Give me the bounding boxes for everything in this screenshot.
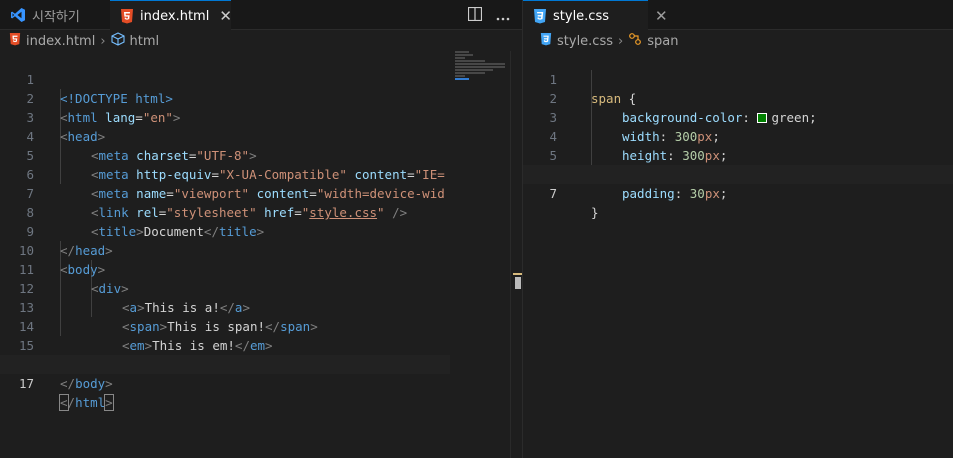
code-line: 9 </head> (0, 203, 522, 258)
code-line: 14 <em>This is em!</em> (0, 298, 522, 353)
line-number: 17 (18, 376, 34, 391)
tab-label: index.html (140, 8, 210, 24)
code-line: 10 <body> (0, 222, 522, 277)
breadcrumb-file-label: index.html (26, 33, 96, 49)
more-actions-icon[interactable] (496, 6, 510, 25)
code-line: 6 <meta name="viewport" content="width=d… (0, 146, 522, 201)
left-editor-group: 시작하기 index.html ✕ index.html › html 1 <!… (0, 0, 523, 458)
right-tab-bar: style.css ✕ (523, 0, 953, 31)
code-line: 16 </body> (0, 336, 522, 391)
line-number: 7 (549, 186, 557, 201)
code-line: 5 <meta http-equiv="X-UA-Compatible" con… (0, 127, 522, 182)
html5-icon (9, 32, 21, 50)
breadcrumb-symbol-label: html (129, 33, 160, 49)
breadcrumb-file[interactable]: style.css (540, 32, 613, 50)
tab-index-html[interactable]: index.html ✕ (110, 0, 232, 31)
html-code-editor[interactable]: 1 <!DOCTYPE html> 2 <html lang="en"> 3 <… (0, 51, 522, 411)
breadcrumb-symbol[interactable]: span (628, 32, 678, 50)
minimap[interactable] (455, 51, 511, 91)
breadcrumb: index.html › html (0, 31, 522, 51)
chevron-right-icon: › (618, 33, 624, 49)
close-icon[interactable]: ✕ (219, 7, 232, 25)
code-line: 2 <html lang="en"> (0, 70, 522, 125)
css-property: padding (622, 186, 675, 201)
tag-name: body (75, 376, 106, 391)
css3-icon (533, 8, 547, 24)
css-number: 30 (689, 186, 705, 201)
code-line: 13 <span>This is span!</span> (0, 279, 522, 334)
code-line: 1 <!DOCTYPE html> (0, 51, 522, 106)
css-unit: px (704, 186, 720, 201)
css-code-editor[interactable]: 1 span { 2 background-color: green; 3 wi… (523, 51, 953, 220)
breadcrumb-symbol[interactable]: html (110, 32, 160, 50)
tab-welcome[interactable]: 시작하기 (0, 0, 110, 30)
chevron-right-icon: › (100, 33, 106, 49)
breadcrumb-symbol-label: span (647, 33, 679, 49)
close-icon[interactable]: ✕ (655, 7, 668, 25)
code-line-current: 7 } (523, 165, 953, 220)
scroll-thumb[interactable] (515, 277, 521, 289)
cube-symbol-icon (110, 32, 125, 50)
tab-label: 시작하기 (32, 9, 80, 25)
tag-name: html (75, 395, 106, 410)
code-line-current: 17 </html> (0, 355, 450, 411)
html5-icon (120, 8, 134, 24)
tab-style-css[interactable]: style.css ✕ (523, 0, 668, 31)
selector-symbol-icon (628, 32, 642, 50)
editor-actions (467, 6, 510, 25)
code-line: 8 <title>Document</title> (0, 184, 522, 239)
code-line: 6 padding: 30px; (523, 146, 953, 201)
code-line: 4 <meta charset="UTF-8"> (0, 108, 522, 163)
code-line: 3 width: 300px; (523, 89, 953, 144)
code-line: 4 height: 300px; (523, 108, 953, 163)
code-line: 11 <div> (0, 241, 522, 296)
breadcrumb: style.css › span (523, 31, 953, 51)
code-line: 15 </div> (0, 317, 522, 372)
split-editor-icon[interactable] (467, 6, 483, 25)
code-line: 2 background-color: green; (523, 70, 953, 125)
code-line: 12 <a>This is a!</a> (0, 260, 522, 315)
tab-label: style.css (553, 8, 609, 24)
code-line: 3 <head> (0, 89, 522, 144)
right-editor-group: style.css ✕ style.css › span 1 span { 2 (523, 0, 953, 458)
left-tab-bar: 시작하기 index.html ✕ (0, 0, 522, 31)
breadcrumb-file[interactable]: index.html (9, 32, 95, 50)
vscode-icon (10, 7, 26, 23)
breadcrumb-file-label: style.css (557, 33, 613, 49)
code-line: 5 margin: 30px; (523, 127, 953, 182)
code-line: 1 span { (523, 51, 953, 106)
close-brace: } (591, 205, 599, 220)
vertical-scrollbar[interactable] (510, 51, 523, 458)
code-line: 7 <link rel="stylesheet" href="style.css… (0, 165, 522, 220)
css3-icon (540, 32, 552, 50)
